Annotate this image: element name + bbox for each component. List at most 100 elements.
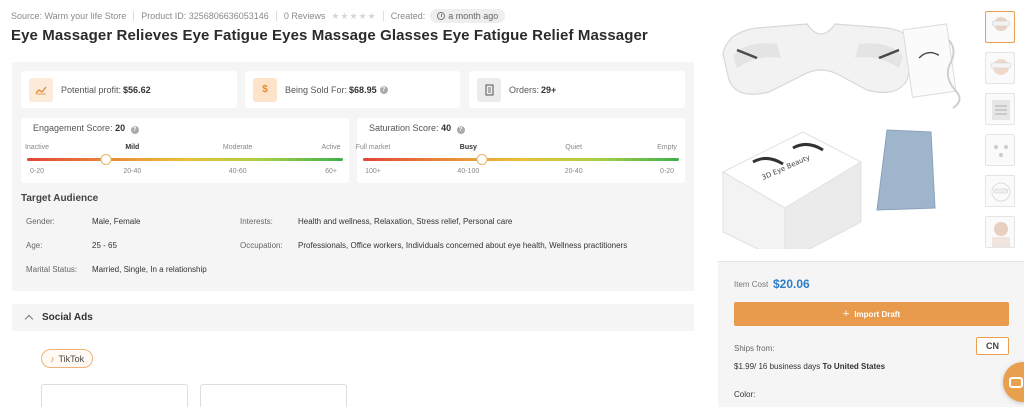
orders-value: 29+ bbox=[541, 84, 557, 95]
thumbnail-image[interactable] bbox=[985, 11, 1015, 43]
engagement-level-label: Mild bbox=[125, 144, 140, 151]
star-icon: ★ bbox=[358, 10, 367, 21]
saturation-scale-bar bbox=[363, 158, 679, 161]
source-store[interactable]: Source: Warm your life Store bbox=[11, 11, 126, 21]
item-cost-value: $20.06 bbox=[773, 277, 810, 291]
engagement-score-label: Engagement Score: 20 ? bbox=[33, 123, 139, 134]
saturation-range-label: 100+ bbox=[365, 168, 381, 175]
created-label: Created: bbox=[390, 11, 426, 21]
saturation-level-label: Empty bbox=[657, 144, 677, 151]
product-meta-row: Source: Warm your life Store Product ID:… bbox=[11, 9, 506, 23]
interests-value: Health and wellness, Relaxation, Stress … bbox=[298, 217, 513, 226]
rating-stars: ★ ★ ★ ★ ★ bbox=[331, 11, 375, 22]
product-insights-panel: Potential profit: $56.62 $ Being Sold Fo… bbox=[12, 62, 694, 291]
saturation-level-label: Busy bbox=[459, 144, 477, 151]
engagement-range-label: 60+ bbox=[325, 168, 337, 175]
divider bbox=[275, 11, 277, 21]
ad-video-card[interactable] bbox=[200, 384, 347, 407]
thumbnail-strip bbox=[985, 11, 1015, 257]
gender-label: Gender: bbox=[26, 217, 55, 226]
thumbnail-image[interactable] bbox=[985, 175, 1015, 207]
saturation-score-marker bbox=[476, 154, 487, 165]
shipping-price: $1.99 bbox=[734, 362, 755, 371]
orders-label: Orders: bbox=[509, 84, 540, 95]
chevron-up-icon bbox=[24, 314, 34, 324]
created-value: a month ago bbox=[448, 11, 499, 21]
occupation-value: Professionals, Office workers, Individua… bbox=[298, 241, 628, 250]
social-ads-heading: Social Ads bbox=[42, 312, 93, 323]
import-draft-label: Import Draft bbox=[854, 309, 901, 319]
dollar-icon: $ bbox=[253, 77, 277, 102]
shipping-destination: To United States bbox=[822, 362, 886, 371]
profit-value: $56.62 bbox=[123, 84, 151, 95]
help-icon[interactable]: ? bbox=[456, 126, 465, 134]
thumbnail-image[interactable] bbox=[985, 216, 1015, 248]
thumbnail-image[interactable] bbox=[985, 134, 1015, 166]
product-main-image[interactable]: 3D Eye Beauty bbox=[717, 14, 980, 263]
interests-label: Interests: bbox=[240, 217, 273, 226]
engagement-range-label: 0-20 bbox=[29, 168, 45, 175]
star-icon: ★ bbox=[331, 10, 340, 21]
sold-label: Being Sold For: bbox=[285, 84, 348, 95]
star-icon: ★ bbox=[349, 10, 358, 21]
target-audience-heading: Target Audience bbox=[21, 193, 99, 204]
engagement-level-label: Moderate bbox=[222, 144, 253, 151]
engagement-score-marker bbox=[100, 154, 112, 165]
shipping-info: $1.99/ 16 business days To United States bbox=[734, 362, 885, 371]
clock-icon bbox=[437, 12, 446, 20]
purchase-panel: Item Cost $20.06 + Import Draft CN Ships… bbox=[718, 261, 1024, 407]
tiktok-label: TikTok bbox=[58, 353, 85, 364]
item-cost-label: Item Cost bbox=[734, 280, 769, 289]
engagement-score-card: Engagement Score: 20 ? Inactive 0-20 Mild 2… bbox=[21, 118, 349, 183]
ad-video-card[interactable] bbox=[41, 384, 188, 407]
divider bbox=[133, 11, 135, 21]
orders-card: Orders: 29+ bbox=[469, 71, 685, 108]
profit-label: Potential profit: bbox=[61, 84, 122, 95]
help-icon[interactable]: ? bbox=[379, 85, 388, 94]
chart-line-icon bbox=[29, 77, 53, 102]
reviews-count: 0 Reviews bbox=[283, 11, 326, 21]
engagement-score-value: 20 bbox=[115, 123, 126, 133]
tiktok-icon: ♪ bbox=[50, 353, 55, 364]
engagement-level-label: Inactive bbox=[24, 144, 50, 151]
import-draft-button[interactable]: + Import Draft bbox=[734, 302, 1009, 326]
created-badge: a month ago bbox=[430, 9, 506, 23]
social-ads-toggle[interactable]: Social Ads bbox=[12, 304, 694, 331]
gender-value: Male, Female bbox=[92, 217, 141, 226]
sold-for-card: $ Being Sold For: $68.95 ? bbox=[245, 71, 460, 108]
saturation-score-value: 40 bbox=[441, 123, 452, 133]
marital-status-label: Marital Status: bbox=[26, 265, 78, 274]
sold-value: $68.95 bbox=[349, 84, 377, 95]
receipt-icon bbox=[477, 77, 501, 102]
color-label: Color: bbox=[734, 390, 756, 399]
saturation-score-card: Saturation Score: 40 ? Full market 100+ Bu… bbox=[355, 118, 685, 183]
saturation-level-label: Quiet bbox=[565, 144, 583, 151]
saturation-range-label: 0-20 bbox=[659, 168, 675, 175]
ships-from-label: Ships from: bbox=[734, 344, 775, 353]
saturation-range-label: 40-100 bbox=[457, 168, 480, 175]
ships-from-country-option[interactable]: CN bbox=[976, 337, 1009, 355]
plus-icon: + bbox=[842, 308, 850, 320]
star-icon: ★ bbox=[367, 10, 376, 21]
engagement-level-label: Active bbox=[321, 144, 341, 151]
help-icon[interactable]: ? bbox=[130, 126, 139, 134]
thumbnail-image[interactable] bbox=[985, 93, 1015, 125]
star-icon: ★ bbox=[340, 10, 349, 21]
age-value: 25 - 65 bbox=[92, 241, 117, 250]
engagement-scale-bar bbox=[27, 158, 343, 161]
age-label: Age: bbox=[26, 241, 43, 250]
engagement-range-label: 40-60 bbox=[228, 168, 247, 175]
chat-icon bbox=[1009, 376, 1023, 388]
saturation-score-label: Saturation Score: 40 ? bbox=[369, 123, 465, 134]
saturation-level-label: Full market bbox=[355, 144, 391, 151]
thumbnail-image[interactable] bbox=[985, 52, 1015, 84]
tiktok-filter-button[interactable]: ♪ TikTok bbox=[41, 349, 94, 368]
occupation-label: Occupation: bbox=[240, 241, 283, 250]
saturation-range-label: 20-40 bbox=[564, 168, 583, 175]
divider bbox=[382, 11, 384, 21]
marital-status-value: Married, Single, In a relationship bbox=[92, 265, 207, 274]
engagement-range-label: 20-40 bbox=[123, 168, 142, 175]
potential-profit-card: Potential profit: $56.62 bbox=[21, 71, 237, 108]
product-id: Product ID: 3256806636053146 bbox=[141, 11, 269, 21]
product-title: Eye Massager Relieves Eye Fatigue Eyes M… bbox=[11, 27, 648, 44]
